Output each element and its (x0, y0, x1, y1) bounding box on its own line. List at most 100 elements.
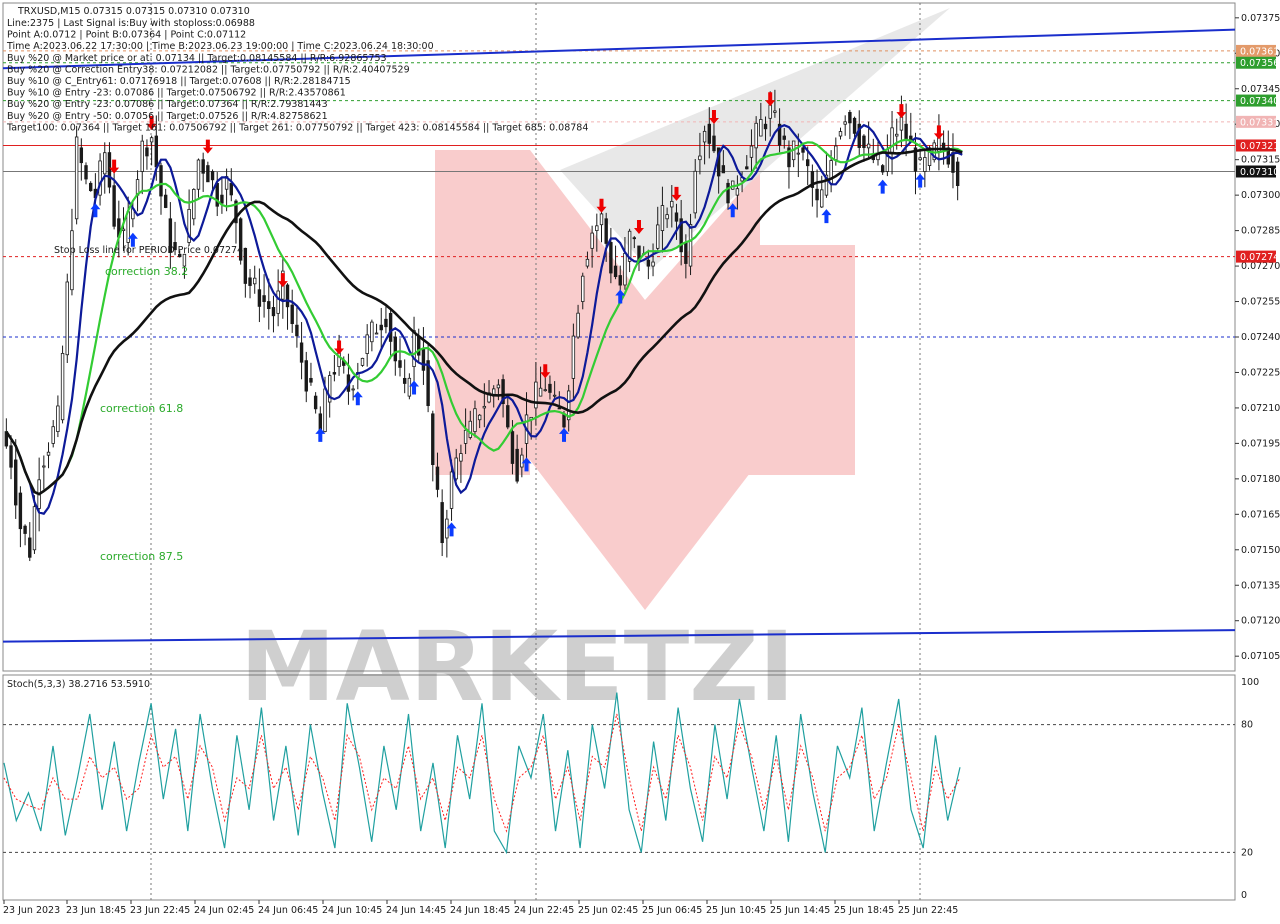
candle-body (656, 224, 660, 249)
candle-body (660, 205, 665, 232)
candle-body (454, 457, 458, 480)
candle-body (351, 388, 355, 391)
candle-body (276, 290, 280, 314)
stoch-level-label: 100 (1241, 677, 1259, 688)
y-tick-label: 0.07150 (1241, 545, 1280, 556)
candle-body (880, 165, 885, 173)
candle-body (103, 152, 107, 175)
time-axis: 23 Jun 2023 23 Jun 18:45 23 Jun 22:45 24 Ju… (3, 900, 958, 916)
candle-body (257, 289, 262, 307)
candle-body (384, 318, 388, 328)
candle-body (70, 230, 74, 291)
candle-body (918, 157, 922, 161)
candle-body (834, 145, 838, 161)
y-tick-label: 0.07105 (1241, 651, 1280, 662)
candle-body (84, 165, 88, 180)
y-tick-label: 0.07195 (1241, 438, 1280, 449)
y-tick-label: 0.07120 (1241, 616, 1280, 627)
candle-body (262, 295, 266, 302)
x-tick-label: 25 Jun 06:45 (642, 905, 702, 916)
price-label: 0.07361 (1240, 46, 1279, 57)
info-line: Buy %20 @ Correction Entry38: 0.07212082… (7, 64, 410, 75)
candle-body (323, 388, 327, 432)
candle-body (646, 259, 651, 267)
price-label: 0.07340 (1240, 96, 1279, 107)
candle-body (763, 123, 768, 130)
candle-body (243, 247, 248, 284)
candle-body (210, 171, 215, 181)
candle-body (548, 383, 552, 393)
candle-body (370, 321, 374, 343)
candle-body (618, 275, 622, 286)
watermark-text: MARKETZI (240, 611, 795, 723)
candle-body (271, 307, 276, 317)
candle-body (852, 117, 857, 134)
price-axis: 0.073750.073600.073450.073300.073150.073… (1235, 13, 1280, 662)
y-tick-label: 0.07135 (1241, 580, 1280, 591)
candle-body (599, 213, 604, 226)
candle-body (393, 336, 398, 362)
candle-body (693, 170, 697, 214)
x-tick-label: 24 Jun 18:45 (450, 905, 510, 916)
candle-body (159, 165, 163, 197)
candle-body (374, 332, 379, 335)
candle-body (365, 334, 369, 354)
x-tick-label: 24 Jun 22:45 (514, 905, 574, 916)
candle-body (688, 224, 693, 267)
stop-loss-label: Stop Loss line for PERIOD Price 0.07274 (54, 245, 243, 256)
candle-body (46, 451, 51, 456)
candle-body (773, 110, 777, 113)
candle-body (449, 471, 454, 509)
candle-body (107, 152, 112, 188)
candle-body (407, 377, 412, 397)
candle-body (613, 265, 618, 278)
candle-body (904, 123, 908, 140)
y-tick-label: 0.07225 (1241, 367, 1280, 378)
candle-body (721, 165, 726, 174)
candle-body (702, 130, 707, 143)
candle-body (149, 137, 154, 143)
candle-body (735, 188, 740, 196)
chart-root: MARKETZI 0.073750.073600.073450.073300.0… (0, 0, 1280, 920)
price-label: 0.07356 (1240, 58, 1279, 69)
candle-body (440, 502, 444, 544)
candle-body (412, 330, 416, 367)
correction-38-label: correction 38.2 (105, 265, 188, 278)
candle-body (585, 258, 590, 267)
info-line: Buy %20 @ Entry -23: 0.07086 || Target:0… (7, 99, 328, 110)
info-line: Buy %10 @ C_Entry61: 0.07176918 || Targe… (7, 76, 351, 87)
candle-body (23, 525, 27, 534)
candle-body (473, 408, 477, 432)
candle-body (51, 426, 55, 444)
candle-body (18, 492, 23, 530)
chart-svg[interactable]: MARKETZI 0.073750.073600.073450.073300.0… (0, 0, 1280, 920)
x-tick-label: 23 Jun 18:45 (66, 905, 126, 916)
candle-body (726, 182, 730, 204)
x-tick-label: 23 Jun 22:45 (130, 905, 190, 916)
candle-body (562, 413, 566, 428)
candle-body (552, 394, 557, 397)
candle-body (468, 420, 472, 438)
x-tick-label: 25 Jun 18:45 (834, 905, 894, 916)
candle-body (220, 194, 224, 204)
candle-body (520, 454, 524, 468)
candle-body (670, 200, 674, 208)
candle-body (295, 324, 299, 337)
candle-body (60, 352, 65, 421)
y-tick-label: 0.07285 (1241, 226, 1280, 237)
candle-body (674, 212, 679, 222)
candle-body (590, 232, 594, 249)
candle-body (248, 277, 252, 286)
stoch-title: Stoch(5,3,3) 38.2716 53.5910 (7, 679, 150, 690)
candle-body (417, 336, 421, 356)
candle-body (651, 261, 655, 267)
candle-body (477, 414, 482, 421)
candle-body (65, 281, 69, 356)
x-tick-label: 25 Jun 02:45 (578, 905, 638, 916)
info-line: Line:2375 | Last Signal is:Buy with stop… (7, 18, 255, 29)
x-tick-label: 25 Jun 10:45 (706, 905, 766, 916)
candle-body (496, 384, 501, 389)
price-label: 0.07274 (1240, 252, 1279, 263)
candle-body (145, 147, 149, 157)
info-line: Buy %10 @ Entry -23: 0.07086 || Target:0… (7, 88, 346, 99)
